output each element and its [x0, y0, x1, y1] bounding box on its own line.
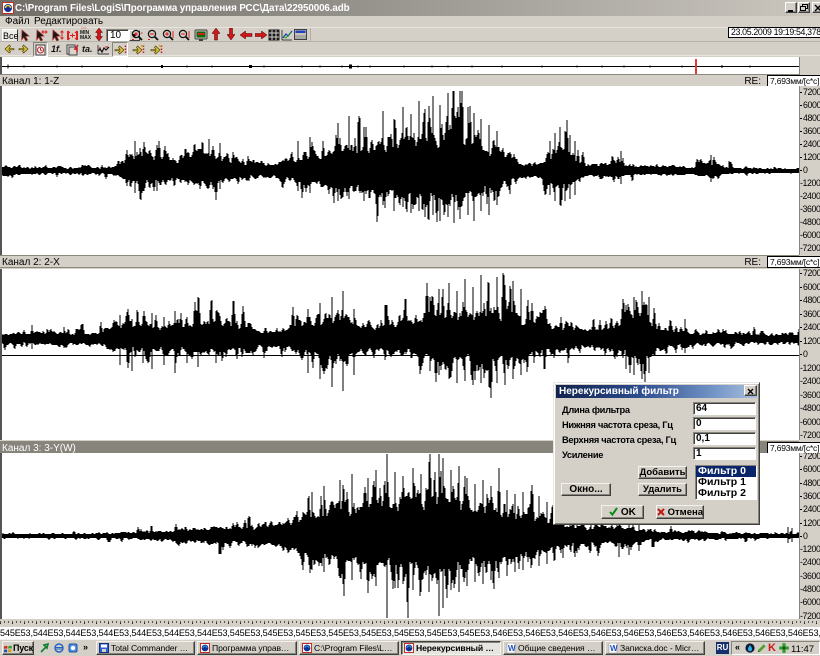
svg-text:W: W [508, 644, 516, 653]
svg-text:W: W [610, 644, 618, 653]
